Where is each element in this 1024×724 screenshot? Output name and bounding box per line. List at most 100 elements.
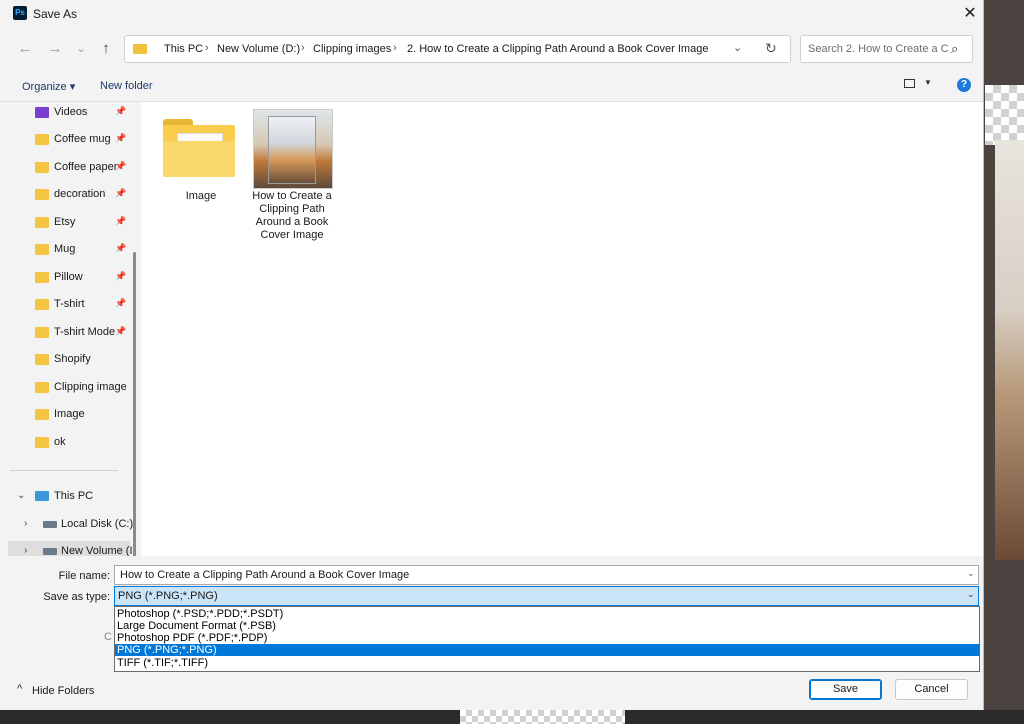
search-icon[interactable]: ⌕ [951, 41, 958, 57]
view-dropdown-icon[interactable]: ▼ [924, 78, 932, 87]
view-options-icon[interactable] [904, 79, 915, 88]
breadcrumb-new-volume[interactable]: New Volume (D:) [217, 43, 300, 55]
pin-icon: 📌 [115, 243, 127, 253]
chevron-right-icon[interactable]: › [301, 42, 305, 54]
type-option-pdf[interactable]: Photoshop PDF (*.PDF;*.PDP) [115, 632, 979, 644]
hide-folders-button[interactable]: Hide Folders [32, 685, 94, 697]
drive-icon [43, 521, 57, 528]
sidebar-item-new-volume[interactable]: › New Volume (I [8, 541, 133, 556]
sidebar-item-local-disk[interactable]: › Local Disk (C:) [0, 514, 133, 538]
sidebar-item-etsy[interactable]: Etsy 📌 [0, 212, 130, 236]
breadcrumb-this-pc[interactable]: This PC [164, 43, 203, 55]
folder-icon [133, 44, 147, 54]
sidebar-item-label: New Volume (I [61, 545, 133, 556]
close-button[interactable]: ✕ [958, 2, 982, 26]
expand-chevron-icon[interactable]: ⌄ [17, 490, 25, 501]
sidebar-divider [10, 470, 118, 471]
save-as-dialog: Ps Save As ✕ ← → ⌄ ↑ This PC › New Volum… [0, 0, 984, 710]
sidebar-item-pillow[interactable]: Pillow 📌 [0, 267, 130, 291]
chevron-down-icon[interactable]: ⌄ [967, 589, 975, 600]
sidebar-item-ok[interactable]: ok [0, 432, 130, 456]
folder-icon [35, 437, 49, 448]
breadcrumb-current-folder[interactable]: 2. How to Create a Clipping Path Around … [407, 43, 708, 55]
save-as-type-value: PNG (*.PNG;*.PNG) [118, 590, 218, 602]
background-book-image [995, 140, 1024, 560]
video-folder-icon [35, 107, 49, 118]
folder-icon [35, 299, 49, 310]
breadcrumb-clipping-images[interactable]: Clipping images [313, 43, 391, 55]
sidebar-item-label: Image [54, 408, 85, 420]
address-dropdown-chevron-icon[interactable]: ⌄ [733, 41, 742, 54]
type-option-psd[interactable]: Photoshop (*.PSD;*.PDD;*.PSDT) [115, 608, 979, 620]
background-bottom-checker [460, 710, 625, 724]
folder-icon [35, 189, 49, 200]
type-option-tiff[interactable]: TIFF (*.TIF;*.TIFF) [115, 657, 979, 669]
book-cover-thumbnail [268, 116, 316, 184]
sidebar-item-label: Shopify [54, 353, 91, 365]
folder-icon [35, 244, 49, 255]
sidebar-item-coffee-paper[interactable]: Coffee paper 📌 [0, 157, 130, 181]
file-name-value: How to Create a Clipping Path Around a B… [120, 569, 410, 581]
type-option-psb[interactable]: Large Document Format (*.PSB) [115, 620, 979, 632]
save-as-type-select[interactable]: PNG (*.PNG;*.PNG) ⌄ [114, 586, 979, 606]
sidebar-item-label: Local Disk (C:) [61, 518, 133, 530]
folder-icon [35, 409, 49, 420]
chevron-up-icon[interactable]: ^ [17, 683, 22, 695]
sidebar-item-image[interactable]: Image [0, 404, 130, 428]
chevron-right-icon[interactable]: › [205, 42, 209, 54]
folder-icon [35, 217, 49, 228]
sidebar-item-coffee-mug[interactable]: Coffee mug 📌 [0, 129, 130, 153]
pin-icon: 📌 [115, 133, 127, 143]
drive-icon [43, 548, 57, 555]
address-bar[interactable]: This PC › New Volume (D:) › Clipping ima… [124, 35, 791, 63]
forward-arrow-icon[interactable]: → [46, 40, 64, 58]
folder-icon [35, 382, 49, 393]
collapse-chevron-icon[interactable]: › [24, 518, 27, 529]
background-transparency-checker [985, 85, 1024, 145]
file-type-dropdown-list[interactable]: Photoshop (*.PSD;*.PDD;*.PSDT) Large Doc… [114, 606, 980, 672]
pin-icon: 📌 [115, 298, 127, 308]
sidebar-scrollbar[interactable] [133, 252, 136, 556]
pin-icon: 📌 [115, 271, 127, 281]
up-arrow-icon[interactable]: ↑ [97, 40, 115, 58]
collapse-chevron-icon[interactable]: › [24, 545, 27, 556]
cancel-button[interactable]: Cancel [895, 679, 968, 700]
pin-icon: 📌 [115, 326, 127, 336]
back-arrow-icon[interactable]: ← [16, 40, 34, 58]
chevron-down-icon[interactable]: ⌄ [967, 568, 975, 579]
pin-icon: 📌 [115, 106, 127, 116]
file-name-label: File name: [58, 570, 110, 582]
save-as-type-label: Save as type: [43, 591, 110, 603]
image-thumbnail [253, 109, 333, 189]
pin-icon: 📌 [115, 188, 127, 198]
sidebar-item-mug[interactable]: Mug 📌 [0, 239, 130, 263]
sidebar-item-videos[interactable]: Videos 📌 [0, 102, 130, 126]
sidebar-item-shopify[interactable]: Shopify [0, 349, 130, 373]
search-input[interactable]: Search 2. How to Create a C... ⌕ [800, 35, 973, 63]
folder-icon [35, 134, 49, 145]
sidebar-item-t-shirt[interactable]: T-shirt 📌 [0, 294, 130, 318]
file-name-field[interactable]: How to Create a Clipping Path Around a B… [114, 565, 979, 585]
recent-locations-chevron-icon[interactable]: ⌄ [72, 40, 90, 58]
file-item-book-cover-image[interactable]: How to Create a Clipping Path Around a B… [141, 102, 351, 247]
file-list-pane: Image How to Create a Clipping Path Arou… [141, 102, 983, 556]
help-icon[interactable]: ? [957, 78, 971, 92]
command-bar: Organize ▾ New folder ▼ ? [0, 70, 983, 102]
file-item-label: How to Create a Clipping Path Around a B… [252, 190, 332, 241]
sidebar-item-t-shirt-mode[interactable]: T-shirt Mode 📌 [0, 322, 130, 346]
folder-icon [35, 272, 49, 283]
folder-icon [35, 354, 49, 365]
folder-icon [35, 162, 49, 173]
sidebar-item-this-pc[interactable]: ⌄ This PC [0, 486, 130, 510]
sidebar-item-clipping-images[interactable]: Clipping images [0, 377, 130, 401]
type-option-png[interactable]: PNG (*.PNG;*.PNG) [115, 644, 979, 656]
chevron-right-icon[interactable]: › [393, 42, 397, 54]
new-folder-button[interactable]: New folder [100, 80, 153, 92]
sidebar-item-decoration[interactable]: decoration 📌 [0, 184, 130, 208]
window-title: Save As [33, 7, 78, 21]
pin-icon: 📌 [115, 216, 127, 226]
save-button[interactable]: Save [809, 679, 882, 700]
refresh-icon[interactable]: ↻ [765, 40, 777, 57]
folder-icon [35, 327, 49, 338]
organize-menu-button[interactable]: Organize ▾ [22, 80, 75, 93]
